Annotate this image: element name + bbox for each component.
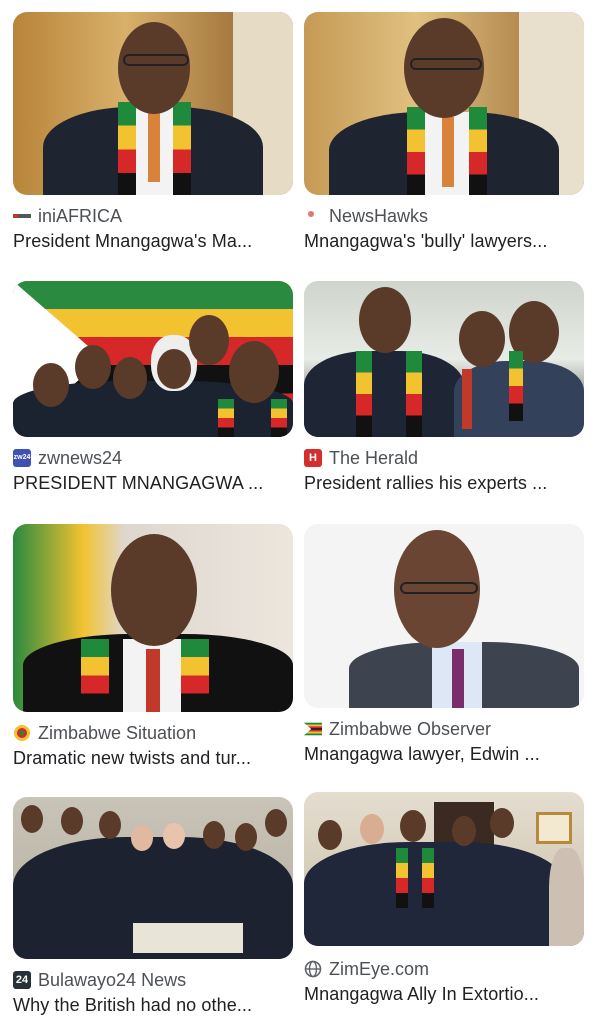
person-tie (148, 112, 160, 182)
person-head (318, 820, 342, 850)
result-card-2[interactable]: NewsHawks Mnangagwa's 'bully' lawyers... (304, 12, 584, 252)
result-image-7[interactable] (13, 797, 293, 959)
result-card-5[interactable]: Zimbabwe Situation Dramatic new twists a… (13, 524, 293, 769)
zwnews24-icon: zw24 (13, 449, 31, 467)
result-image-6[interactable] (304, 524, 584, 708)
globe-icon (304, 960, 322, 978)
result-card-3[interactable]: zw24 zwnews24 PRESIDENT MNANGAGWA ... (13, 281, 293, 494)
person-head (99, 811, 121, 839)
source-name: Zimbabwe Situation (38, 722, 197, 743)
person-head (235, 823, 257, 851)
result-image-8[interactable] (304, 792, 584, 946)
source-row[interactable]: 24 Bulawayo24 News (13, 969, 293, 991)
person-head (163, 823, 185, 849)
person-head (459, 311, 505, 367)
result-card-6[interactable]: Zimbabwe Observer Mnangagwa lawyer, Edwi… (304, 524, 584, 765)
person-tie (146, 649, 160, 712)
person-head (33, 363, 69, 407)
scarf-left (509, 351, 523, 421)
scarf-right (469, 107, 487, 195)
person-head (113, 357, 147, 399)
picture-frame (536, 812, 572, 844)
result-card-8[interactable]: ZimEye.com Mnangagwa Ally In Extortio... (304, 792, 584, 1005)
source-name: The Herald (329, 447, 419, 468)
source-row[interactable]: NewsHawks (304, 205, 584, 227)
scarf-left (396, 848, 408, 908)
source-row[interactable]: Zimbabwe Situation (13, 722, 293, 744)
person-head (265, 809, 287, 837)
scarf-left (81, 639, 109, 712)
herald-icon: H (304, 449, 322, 467)
people-group (304, 842, 564, 946)
result-title[interactable]: Mnangagwa's 'bully' lawyers... (304, 231, 579, 252)
newshawks-icon (304, 207, 322, 225)
person-dress (549, 848, 584, 946)
source-name: Zimbabwe Observer (329, 718, 492, 739)
result-image-3[interactable] (13, 281, 293, 437)
person-head (131, 825, 153, 851)
result-image-4[interactable] (304, 281, 584, 437)
person-head (111, 534, 197, 646)
result-title[interactable]: Mnangagwa lawyer, Edwin ... (304, 744, 579, 765)
source-row[interactable]: H The Herald (304, 447, 584, 469)
person-head (359, 287, 411, 353)
result-title[interactable]: President rallies his experts ... (304, 473, 579, 494)
zimbabwe-situation-icon (13, 724, 31, 742)
source-name: NewsHawks (329, 205, 429, 226)
result-title[interactable]: Mnangagwa Ally In Extortio... (304, 984, 579, 1005)
result-card-7[interactable]: 24 Bulawayo24 News Why the British had n… (13, 797, 293, 1016)
table-with-papers (133, 923, 243, 953)
scarf-right (173, 102, 191, 195)
person-head (229, 341, 279, 403)
source-name: iniAFRICA (38, 205, 123, 226)
scarf-right (406, 351, 422, 437)
person-head (75, 345, 111, 389)
scarf-left (218, 399, 234, 437)
scarf-right (271, 399, 287, 437)
person-head (203, 821, 225, 849)
result-image-1[interactable] (13, 12, 293, 195)
person-suit (304, 351, 464, 437)
iniafrica-icon (13, 207, 31, 225)
person-head (189, 315, 229, 365)
result-card-4[interactable]: H The Herald President rallies his exper… (304, 281, 584, 494)
source-row[interactable]: zw24 zwnews24 (13, 447, 293, 469)
glasses-icon (410, 58, 482, 70)
source-row[interactable]: ZimEye.com (304, 958, 584, 980)
scarf-left (118, 102, 136, 195)
source-row[interactable]: Zimbabwe Observer (304, 718, 584, 740)
result-title[interactable]: Why the British had no othe... (13, 995, 288, 1016)
bulawayo24-icon: 24 (13, 971, 31, 989)
person-head (360, 814, 384, 844)
source-name: zwnews24 (38, 447, 123, 468)
glasses-icon (400, 582, 478, 594)
source-name: ZimEye.com (329, 958, 430, 979)
person-head (118, 22, 190, 114)
source-name: Bulawayo24 News (38, 969, 187, 990)
result-title[interactable]: Dramatic new twists and tur... (13, 748, 288, 769)
scarf-left (356, 351, 372, 437)
person-tie (442, 117, 454, 187)
source-row[interactable]: iniAFRICA (13, 205, 293, 227)
person-head (400, 810, 426, 842)
person-head (157, 349, 191, 389)
scarf-right (181, 639, 209, 712)
result-title[interactable]: PRESIDENT MNANGAGWA ... (13, 473, 288, 494)
glasses-icon (123, 54, 189, 66)
person-head (452, 816, 476, 846)
scarf-right (422, 848, 434, 908)
person-head (61, 807, 83, 835)
person-head (490, 808, 514, 838)
result-image-5[interactable] (13, 524, 293, 712)
zimbabwe-flag-icon (304, 720, 322, 738)
result-image-2[interactable] (304, 12, 584, 195)
person-tie (462, 369, 472, 429)
result-card-1[interactable]: iniAFRICA President Mnangagwa's Ma... (13, 12, 293, 252)
person-tie (452, 649, 464, 708)
person-head (21, 805, 43, 833)
scarf-left (407, 107, 425, 195)
result-title[interactable]: President Mnangagwa's Ma... (13, 231, 288, 252)
